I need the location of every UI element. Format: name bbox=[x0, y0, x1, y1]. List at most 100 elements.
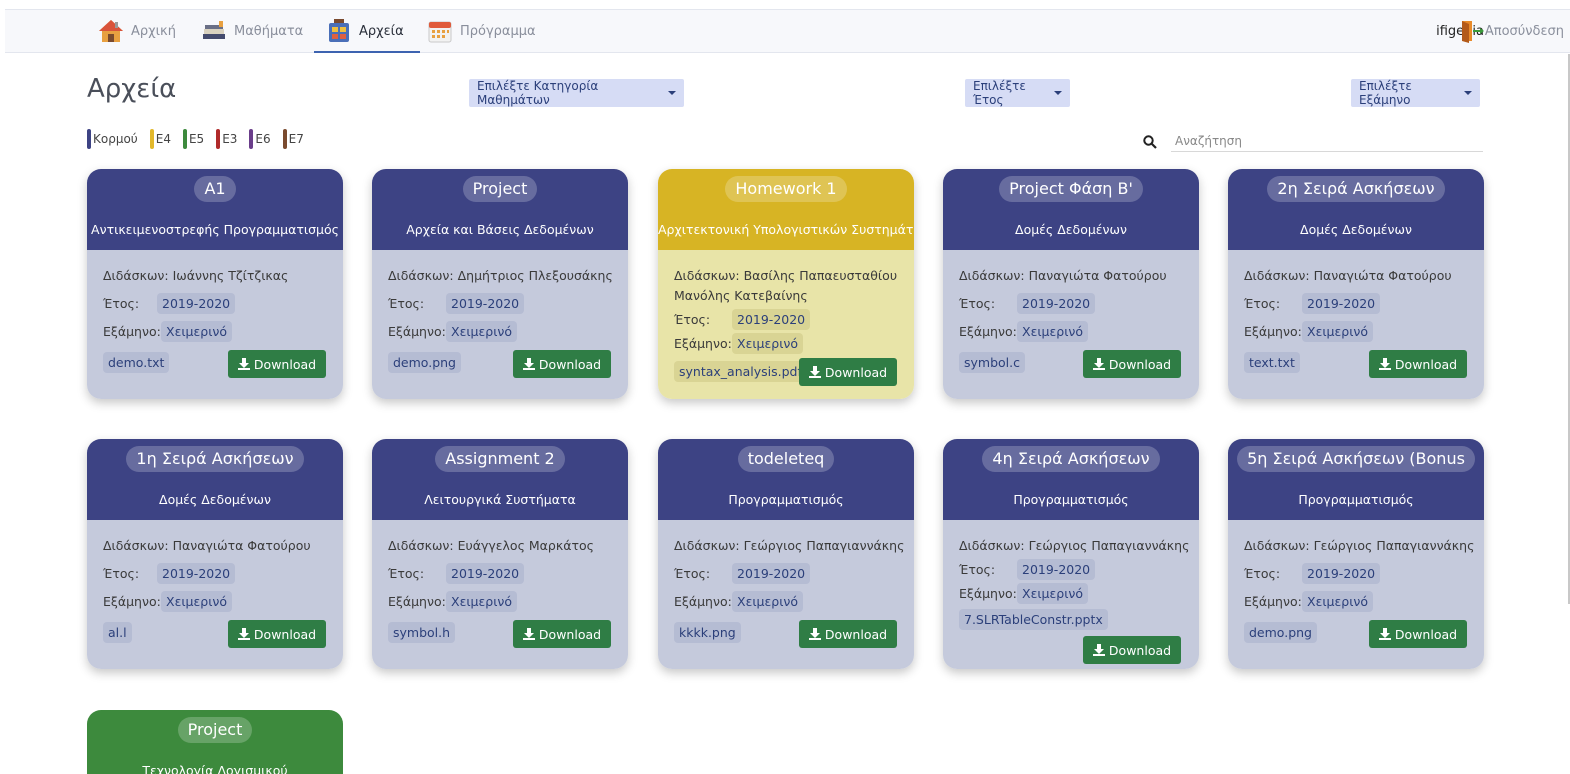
download-label: Download bbox=[538, 356, 602, 372]
nav-item-schedule[interactable]: Πρόγραμμα bbox=[427, 10, 536, 52]
semester-value: Χειμερινό bbox=[161, 591, 233, 612]
nav-item-archive[interactable]: Αρχεία bbox=[314, 10, 420, 53]
year-value: 2019-2020 bbox=[1302, 563, 1381, 584]
download-label: Download bbox=[538, 626, 602, 642]
download-button[interactable]: Download bbox=[1369, 620, 1467, 648]
semester-row: Εξάμηνο: Χειμερινό bbox=[1244, 591, 1374, 612]
teacher-row: Διδάσκων: Βασίλης Παπαευσταθίου bbox=[674, 268, 897, 283]
semester-row: Εξάμηνο: Χειμερινό bbox=[1244, 321, 1374, 342]
file-name: symbol.c bbox=[959, 352, 1025, 373]
file-row: 7.SLRTableConstr.pptx bbox=[959, 609, 1108, 630]
semester-value: Χειμερινό bbox=[1302, 591, 1374, 612]
teacher-name: Γεώργιος Παπαγιαννάκης bbox=[743, 538, 905, 553]
year-row: Έτος: 2019-2020 bbox=[1244, 293, 1381, 314]
teacher-label: Διδάσκων: bbox=[388, 268, 454, 283]
semester-dropdown[interactable]: Επιλέξτε Εξάμηνο bbox=[1351, 79, 1480, 107]
file-card: 5η Σειρά Ασκήσεων (Bonus Προγραμματισμός… bbox=[1228, 439, 1484, 669]
teacher-label: Διδάσκων: bbox=[959, 268, 1025, 283]
file-name: 7.SLRTableConstr.pptx bbox=[959, 609, 1108, 630]
download-icon bbox=[1378, 358, 1391, 370]
year-row: Έτος: 2019-2020 bbox=[674, 563, 811, 584]
card-course: Λειτουργικά Συστήματα bbox=[424, 492, 576, 507]
category-dropdown[interactable]: Επιλέξτε Κατηγορία Μαθημάτων bbox=[469, 79, 684, 107]
semester-label: Εξάμηνο: bbox=[388, 594, 446, 609]
teacher-name: Γεώργιος Παπαγιαννάκης bbox=[1028, 538, 1190, 553]
file-name: demo.png bbox=[1244, 622, 1317, 643]
legend-item: Ε5 bbox=[182, 129, 204, 149]
year-label: Έτος: bbox=[1244, 296, 1281, 311]
file-row: demo.txt bbox=[103, 352, 170, 373]
semester-label: Εξάμηνο: bbox=[959, 586, 1017, 601]
teacher-row: Διδάσκων: Γεώργιος Παπαγιαννάκης bbox=[674, 538, 904, 553]
semester-value: Χειμερινό bbox=[446, 321, 518, 342]
file-row: symbol.c bbox=[959, 352, 1025, 373]
page-title: Αρχεία bbox=[87, 74, 177, 104]
download-button[interactable]: Download bbox=[1083, 350, 1181, 378]
year-value: 2019-2020 bbox=[1017, 559, 1096, 580]
card-header: 1η Σειρά Ασκήσεων Δομές Δεδομένων bbox=[87, 439, 343, 520]
file-row: kkkk.png bbox=[674, 622, 741, 643]
card-header: 5η Σειρά Ασκήσεων (Bonus Προγραμματισμός bbox=[1228, 439, 1484, 520]
teacher-label: Διδάσκων: bbox=[1244, 538, 1310, 553]
download-button[interactable]: Download bbox=[513, 620, 611, 648]
legend-item: Ε6 bbox=[249, 129, 271, 149]
download-button[interactable]: Download bbox=[1083, 636, 1181, 664]
file-card: Α1 Αντικειμενοστρεφής Προγραμματισμός Δι… bbox=[87, 169, 343, 399]
download-label: Download bbox=[253, 626, 317, 642]
download-button[interactable]: Download bbox=[1369, 350, 1467, 378]
download-button[interactable]: Download bbox=[513, 350, 611, 378]
file-row: al.l bbox=[103, 622, 132, 643]
card-title: Α1 bbox=[194, 176, 236, 202]
card-title: Project bbox=[177, 717, 253, 743]
semester-row: Εξάμηνο: Χειμερινό bbox=[959, 583, 1089, 604]
teacher-row: Διδάσκων: Παναγιώτα Φατούρου bbox=[1244, 268, 1452, 283]
file-card: 4η Σειρά Ασκήσεων Προγραμματισμός Διδάσκ… bbox=[943, 439, 1199, 669]
card-body: Διδάσκων: Γεώργιος Παπαγιαννάκης Έτος: 20… bbox=[943, 520, 1199, 669]
download-icon bbox=[237, 628, 250, 640]
file-name: text.txt bbox=[1244, 352, 1300, 373]
logout-icon bbox=[1460, 18, 1484, 44]
semester-value: Χειμερινό bbox=[1017, 321, 1089, 342]
year-row: Έτος: 2019-2020 bbox=[959, 293, 1096, 314]
search-input[interactable] bbox=[1171, 130, 1483, 152]
legend-color-swatch bbox=[182, 129, 187, 149]
download-button[interactable]: Download bbox=[799, 358, 897, 386]
year-row: Έτος: 2019-2020 bbox=[103, 293, 236, 314]
legend-label: Ε4 bbox=[155, 132, 171, 146]
year-value: 2019-2020 bbox=[1017, 293, 1096, 314]
nav-item-courses[interactable]: Μαθήματα bbox=[201, 10, 303, 52]
download-label: Download bbox=[1394, 356, 1458, 372]
legend-item: Κορμού bbox=[87, 129, 138, 149]
year-label: Έτος: bbox=[674, 566, 711, 581]
download-button[interactable]: Download bbox=[799, 620, 897, 648]
download-label: Download bbox=[253, 356, 317, 372]
teacher-row: Διδάσκων: Παναγιώτα Φατούρου bbox=[959, 268, 1167, 283]
window-top bbox=[0, 0, 1570, 9]
nav-item-home[interactable]: Αρχική bbox=[98, 10, 176, 52]
file-name: kkkk.png bbox=[674, 622, 741, 643]
year-row: Έτος: 2019-2020 bbox=[388, 293, 525, 314]
legend-item: Ε4 bbox=[149, 129, 171, 149]
semester-label: Εξάμηνο: bbox=[959, 324, 1017, 339]
card-header: Project Τεχνολογία Λογισμικού bbox=[87, 710, 343, 774]
download-button[interactable]: Download bbox=[228, 620, 326, 648]
card-course: Τεχνολογία Λογισμικού bbox=[142, 763, 288, 774]
year-value: 2019-2020 bbox=[157, 293, 236, 314]
semester-value: Χειμερινό bbox=[732, 591, 804, 612]
teacher-label: Διδάσκων: bbox=[103, 538, 169, 553]
logout-button[interactable]: Αποσύνδεση bbox=[1460, 10, 1564, 52]
semester-row: Εξάμηνο: Χειμερινό bbox=[674, 591, 804, 612]
year-dropdown-label: Επιλέξτε Έτος bbox=[973, 79, 1026, 107]
download-button[interactable]: Download bbox=[228, 350, 326, 378]
logout-label: Αποσύνδεση bbox=[1484, 23, 1564, 39]
card-title: 1η Σειρά Ασκήσεων bbox=[126, 446, 304, 472]
download-label: Download bbox=[824, 364, 888, 380]
card-course: Αντικειμενοστρεφής Προγραμματισμός bbox=[91, 222, 339, 237]
teacher-row: Διδάσκων: Παναγιώτα Φατούρου bbox=[103, 538, 311, 553]
year-dropdown[interactable]: Επιλέξτε Έτος bbox=[965, 79, 1070, 107]
semester-row: Εξάμηνο: Χειμερινό bbox=[103, 591, 233, 612]
legend-item: Ε3 bbox=[216, 129, 237, 149]
legend-color-swatch bbox=[87, 129, 91, 149]
year-value: 2019-2020 bbox=[732, 309, 811, 330]
search-icon bbox=[1143, 134, 1157, 149]
